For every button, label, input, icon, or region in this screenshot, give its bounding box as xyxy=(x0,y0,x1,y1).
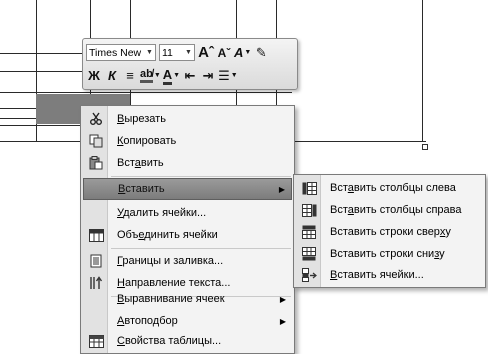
menu-item-label: Вставить столбцы справа xyxy=(330,204,462,216)
styles-button[interactable]: A ▼ xyxy=(234,43,251,62)
menu-divider xyxy=(111,176,291,177)
insert-columns-right-icon xyxy=(296,199,322,221)
table-properties-icon xyxy=(83,330,109,352)
merge-cells-icon xyxy=(83,224,109,246)
format-painter-icon: ✎ xyxy=(255,44,267,60)
styles-icon: A xyxy=(234,45,244,60)
menu-item-label: Границы и заливка... xyxy=(117,255,224,267)
table-resize-handle[interactable] xyxy=(422,144,428,150)
menu-item-label: Вставить строки сверху xyxy=(330,226,451,238)
table-gridline xyxy=(0,92,292,93)
chevron-down-icon: ▼ xyxy=(230,72,238,79)
font-color-icon: A xyxy=(162,67,173,85)
bullets-button[interactable]: ☰ ▼ xyxy=(218,66,238,85)
table-gridline xyxy=(422,0,423,141)
grow-font-button[interactable]: Aˆ xyxy=(198,43,214,62)
italic-button[interactable]: К xyxy=(104,66,120,85)
copy-icon xyxy=(83,130,109,152)
menu-item-table-properties[interactable]: Свойства таблицы... xyxy=(83,330,292,352)
font-name-combo[interactable]: Times New ▼ xyxy=(86,44,156,61)
submenu-arrow-icon: ▶ xyxy=(279,316,286,326)
insert-submenu: Вставить столбцы слева Вставить столбцы … xyxy=(293,174,486,288)
menu-item-merge-cells[interactable]: Объединить ячейки xyxy=(83,224,292,246)
menu-item-label: Выравнивание ячеек xyxy=(117,293,225,305)
chevron-down-icon: ▼ xyxy=(173,72,181,79)
menu-item-label: Свойства таблицы... xyxy=(117,335,222,347)
menu-item-label: Вставить ячейки... xyxy=(330,269,424,281)
menu-item-label: Автоподбор xyxy=(117,315,178,327)
menu-item-borders[interactable]: Границы и заливка... xyxy=(83,250,292,272)
menu-item-label: Копировать xyxy=(117,135,177,147)
menu-item-label: Объединить ячейки xyxy=(117,229,218,241)
mini-toolbar-row-1: Times New ▼ 11 ▼ Aˆ Aˇ A ▼ ✎ xyxy=(86,42,271,63)
highlight-button[interactable]: ab̸ ▼ xyxy=(140,66,161,85)
chevron-down-icon[interactable]: ▼ xyxy=(144,49,155,56)
menu-divider xyxy=(111,248,291,249)
mini-toolbar: Times New ▼ 11 ▼ Aˆ Aˇ A ▼ ✎ Ж К ≡ ab̸ ▼ A… xyxy=(82,38,298,90)
increase-indent-icon: ⇥ xyxy=(202,67,214,83)
highlight-icon: ab̸ xyxy=(140,68,153,83)
font-color-button[interactable]: A ▼ xyxy=(162,66,181,85)
menu-item-icon-empty xyxy=(83,310,109,332)
grow-font-icon: Aˆ xyxy=(198,44,214,61)
context-menu: Вырезать Копировать Вставить Вставить ▶ … xyxy=(80,105,295,354)
menu-item-label: Удалить ячейки... xyxy=(117,207,207,219)
font-size-combo[interactable]: 11 ▼ xyxy=(159,44,195,61)
menu-item-label: Вырезать xyxy=(117,113,166,125)
format-painter-button[interactable]: ✎ xyxy=(253,43,269,62)
menu-item-autofit[interactable]: Автоподбор ▶ xyxy=(83,310,292,332)
submenu-arrow-icon: ▶ xyxy=(279,294,286,304)
menu-item-copy[interactable]: Копировать xyxy=(83,130,292,152)
mini-toolbar-row-2: Ж К ≡ ab̸ ▼ A ▼ ⇤ ⇥ ☰ ▼ xyxy=(86,65,240,86)
insert-columns-left-icon xyxy=(296,177,322,199)
shrink-font-icon: Aˇ xyxy=(217,45,231,60)
font-name-value: Times New xyxy=(89,46,142,59)
increase-indent-button[interactable]: ⇥ xyxy=(200,66,216,85)
menu-item-insert-columns-left[interactable]: Вставить столбцы слева xyxy=(296,177,483,199)
menu-item-insert-rows-below[interactable]: Вставить строки снизу xyxy=(296,243,483,265)
bullets-icon: ☰ xyxy=(218,67,230,83)
insert-rows-below-icon xyxy=(296,243,322,265)
menu-item-insert[interactable]: Вставить ▶ xyxy=(83,178,292,200)
menu-item-paste[interactable]: Вставить xyxy=(83,152,292,174)
menu-item-label: Вставить столбцы слева xyxy=(330,182,456,194)
bold-button[interactable]: Ж xyxy=(86,66,102,85)
chevron-down-icon: ▼ xyxy=(244,49,252,56)
decrease-indent-icon: ⇤ xyxy=(184,67,196,83)
menu-item-icon-empty xyxy=(83,288,109,310)
scissors-icon xyxy=(83,108,109,130)
menu-item-label: Вставить xyxy=(118,183,165,195)
menu-item-insert-columns-right[interactable]: Вставить столбцы справа xyxy=(296,199,483,221)
decrease-indent-button[interactable]: ⇤ xyxy=(182,66,198,85)
bold-icon: Ж xyxy=(88,68,100,83)
menu-item-icon-empty xyxy=(83,202,109,224)
insert-cells-icon xyxy=(296,264,322,286)
paste-icon xyxy=(83,152,109,174)
center-button[interactable]: ≡ xyxy=(122,66,138,85)
font-size-value: 11 xyxy=(162,46,173,59)
chevron-down-icon[interactable]: ▼ xyxy=(183,49,194,56)
menu-item-icon-empty xyxy=(84,178,110,200)
align-center-icon: ≡ xyxy=(126,68,134,83)
submenu-arrow-icon: ▶ xyxy=(278,184,285,194)
insert-rows-above-icon xyxy=(296,221,322,243)
menu-item-label: Вставить строки снизу xyxy=(330,248,445,260)
menu-item-insert-rows-above[interactable]: Вставить строки сверху xyxy=(296,221,483,243)
menu-item-cut[interactable]: Вырезать xyxy=(83,108,292,130)
shrink-font-button[interactable]: Aˇ xyxy=(216,43,232,62)
borders-icon xyxy=(83,250,109,272)
menu-item-insert-cells[interactable]: Вставить ячейки... xyxy=(296,264,483,286)
menu-item-cell-alignment[interactable]: Выравнивание ячеек ▶ xyxy=(83,288,292,310)
menu-item-label: Вставить xyxy=(117,157,164,169)
italic-icon: К xyxy=(108,68,116,83)
menu-item-delete-cells[interactable]: Удалить ячейки... xyxy=(83,202,292,224)
chevron-down-icon: ▼ xyxy=(153,72,161,79)
